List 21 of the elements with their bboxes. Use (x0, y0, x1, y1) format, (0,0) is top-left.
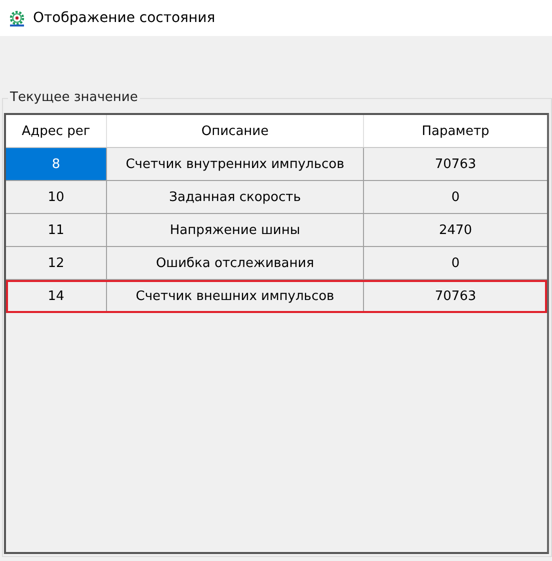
column-header[interactable]: Адрес рег (6, 115, 107, 147)
table-cell: 10 (6, 181, 107, 213)
window-title: Отображение состояния (33, 10, 216, 26)
column-header[interactable]: Параметр (364, 115, 547, 147)
table-cell: 8 (6, 148, 107, 180)
table-cell: Счетчик внутренних импульсов (107, 148, 364, 180)
table-cell: Напряжение шины (107, 214, 364, 246)
table-cell-text: 70763 (434, 156, 478, 174)
table-cell: Счетчик внешних импульсов (107, 280, 364, 312)
table-cell-text: 0 (450, 188, 461, 206)
table-cell: 11 (6, 214, 107, 246)
group-title: Текущее значение (8, 90, 140, 105)
gear-icon (8, 9, 26, 27)
table-cell: Ошибка отслеживания (107, 247, 364, 279)
table-cell-text: 0 (450, 254, 461, 272)
table-cell-text: 70763 (434, 288, 478, 306)
table-cell: 14 (6, 280, 107, 312)
table-cell: 12 (6, 247, 107, 279)
table-cell: Заданная скорость (107, 181, 364, 213)
table-cell-text: 2470 (438, 222, 474, 240)
column-header[interactable]: Описание (107, 115, 364, 147)
